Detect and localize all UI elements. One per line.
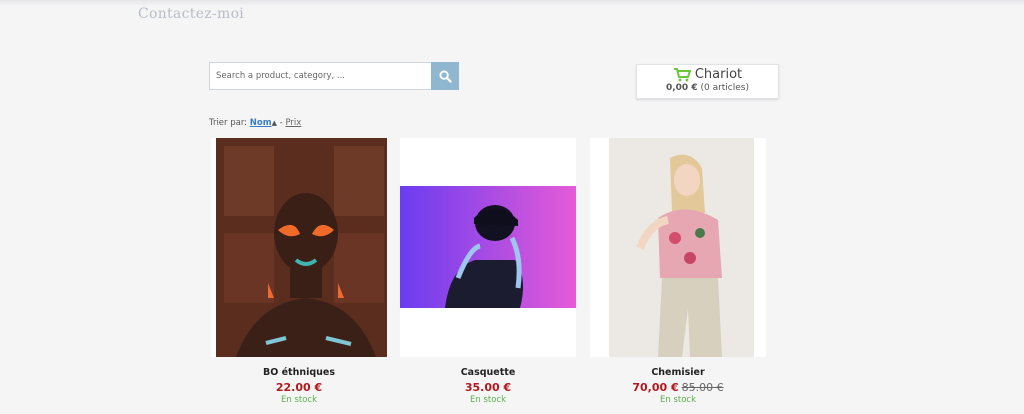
shopping-cart-icon [673,67,691,81]
sort-bar: Trier par: Nom▲ - Prix [209,118,301,128]
sort-asc-icon: ▲ [271,119,277,127]
search-icon [438,69,452,83]
cart-amount: 0,00 € [665,83,698,93]
search-button[interactable] [431,62,459,90]
search-input[interactable] [209,62,431,90]
contact-link[interactable]: Contactez-moi [138,6,244,22]
product-image[interactable] [211,138,387,357]
old-price: 85.00 € [681,381,724,394]
sort-label: Trier par: [209,118,248,128]
stock-status: En stock [469,395,507,405]
product-card[interactable]: Chemisier 70,00 €85.00 € En stock [590,138,766,405]
product-price: 35.00 € [464,381,512,394]
sort-separator: - [279,118,283,128]
product-price: 70,00 €85.00 € [590,381,766,394]
cart-title: Chariot [694,67,743,82]
sale-price: 70,00 € [632,381,679,394]
product-name[interactable]: BO éthniques [211,367,387,378]
product-card[interactable]: Casquette 35.00 € En stock [400,138,576,405]
cart-count: (0 articles) [700,83,749,93]
product-name[interactable]: Casquette [400,367,576,378]
stock-status: En stock [659,395,697,405]
product-image[interactable] [400,138,576,357]
cart-widget[interactable]: Chariot 0,00 € (0 articles) [636,64,779,99]
product-name[interactable]: Chemisier [590,367,766,378]
sort-by-name-link[interactable]: Nom [250,118,272,128]
sort-by-price-link[interactable]: Prix [285,118,301,128]
product-card[interactable]: BO éthniques 22.00 € En stock [211,138,387,405]
product-price: 22.00 € [275,381,323,394]
product-image[interactable] [590,138,766,357]
search-bar [209,62,459,90]
stock-status: En stock [280,395,318,405]
